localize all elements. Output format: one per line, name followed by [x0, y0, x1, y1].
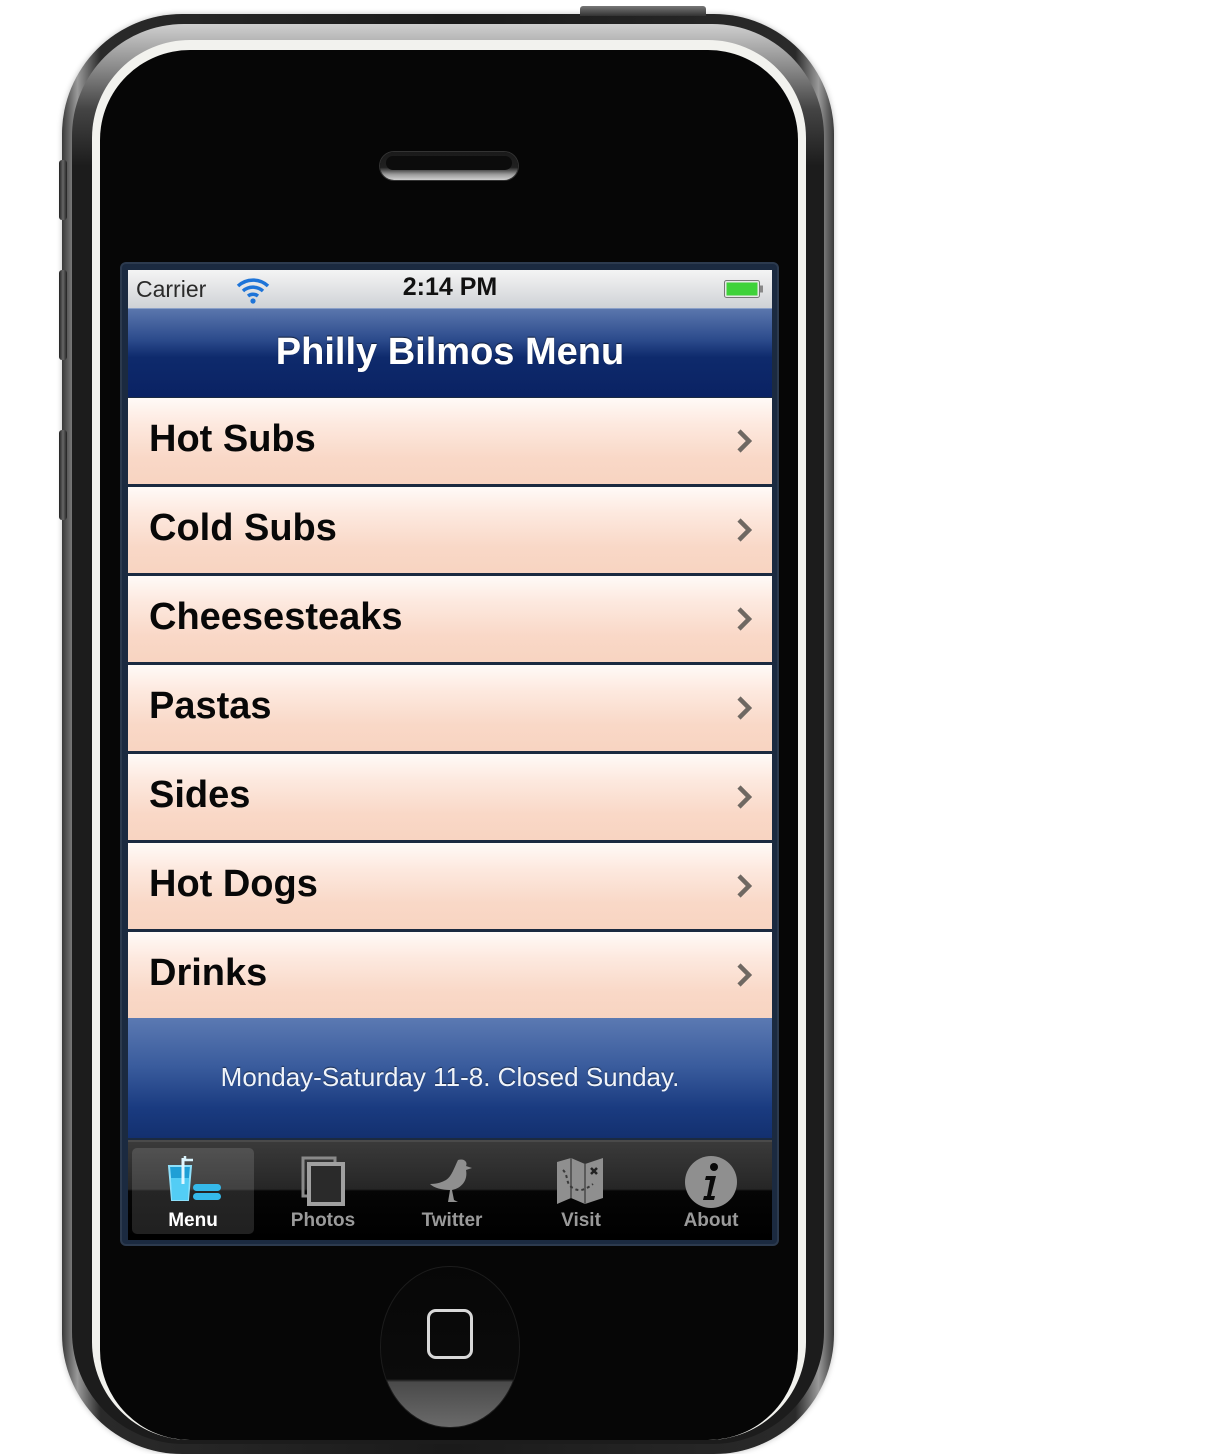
menu-item-cheesesteaks[interactable]: Cheesesteaks — [128, 576, 772, 662]
tab-photos[interactable]: Photos — [262, 1148, 384, 1234]
tab-twitter[interactable]: Twitter — [391, 1148, 513, 1234]
status-bar: Carrier 2:14 PM — [128, 270, 772, 308]
home-square-icon — [427, 1309, 473, 1359]
menu-list: Hot Subs Cold Subs Cheesesteaks Pastas S… — [128, 398, 772, 1021]
chevron-right-icon — [737, 518, 752, 542]
menu-item-hot-dogs[interactable]: Hot Dogs — [128, 843, 772, 929]
menu-item-label: Hot Dogs — [149, 863, 318, 905]
chevron-right-icon — [737, 696, 752, 720]
bird-icon — [430, 1159, 472, 1202]
status-time: 2:14 PM — [402, 273, 498, 301]
home-button[interactable] — [380, 1266, 520, 1428]
tab-visit[interactable]: Visit — [520, 1148, 642, 1234]
menu-item-label: Drinks — [149, 952, 268, 994]
menu-item-pastas[interactable]: Pastas — [128, 665, 772, 751]
tab-label: About — [683, 1210, 739, 1231]
chevron-right-icon — [737, 963, 752, 987]
photos-icon — [301, 1156, 345, 1206]
menu-item-sides[interactable]: Sides — [128, 754, 772, 840]
info-icon — [685, 1156, 737, 1208]
chevron-right-icon — [737, 785, 752, 809]
phone-screen: Carrier 2:14 PM Philly Bilmos Menu Hot S… — [122, 264, 777, 1244]
earpiece-speaker — [380, 152, 518, 180]
tab-bar: Menu Photos Twitter Visit About — [128, 1140, 772, 1240]
chevron-right-icon — [737, 429, 752, 453]
tab-label: Visit — [561, 1210, 601, 1231]
menu-item-cold-subs[interactable]: Cold Subs — [128, 487, 772, 573]
sleep-button — [580, 6, 706, 16]
menu-item-drinks[interactable]: Drinks — [128, 932, 772, 1018]
map-icon — [557, 1158, 603, 1204]
hours-banner: Monday-Saturday 11-8. Closed Sunday. — [128, 1018, 772, 1138]
volume-down-button — [59, 430, 67, 520]
hours-text: Monday-Saturday 11-8. Closed Sunday. — [220, 1062, 680, 1092]
page-title: Philly Bilmos Menu — [275, 331, 625, 373]
menu-item-label: Cheesesteaks — [149, 596, 403, 638]
battery-full-icon — [724, 280, 763, 298]
tab-label: Menu — [168, 1210, 218, 1231]
chevron-right-icon — [737, 607, 752, 631]
chevron-right-icon — [737, 874, 752, 898]
menu-item-label: Hot Subs — [149, 418, 316, 460]
menu-item-label: Pastas — [149, 685, 272, 727]
volume-up-button — [59, 270, 67, 360]
navigation-bar: Philly Bilmos Menu — [128, 308, 772, 397]
tab-menu[interactable]: Menu — [132, 1148, 254, 1234]
menu-item-label: Sides — [149, 774, 251, 816]
ring-switch — [59, 160, 67, 220]
tab-label: Twitter — [421, 1210, 483, 1231]
tab-label: Photos — [290, 1210, 356, 1231]
menu-item-hot-subs[interactable]: Hot Subs — [128, 398, 772, 484]
menu-item-label: Cold Subs — [149, 507, 337, 549]
drink-burger-icon — [167, 1156, 221, 1201]
tab-about[interactable]: About — [650, 1148, 772, 1234]
